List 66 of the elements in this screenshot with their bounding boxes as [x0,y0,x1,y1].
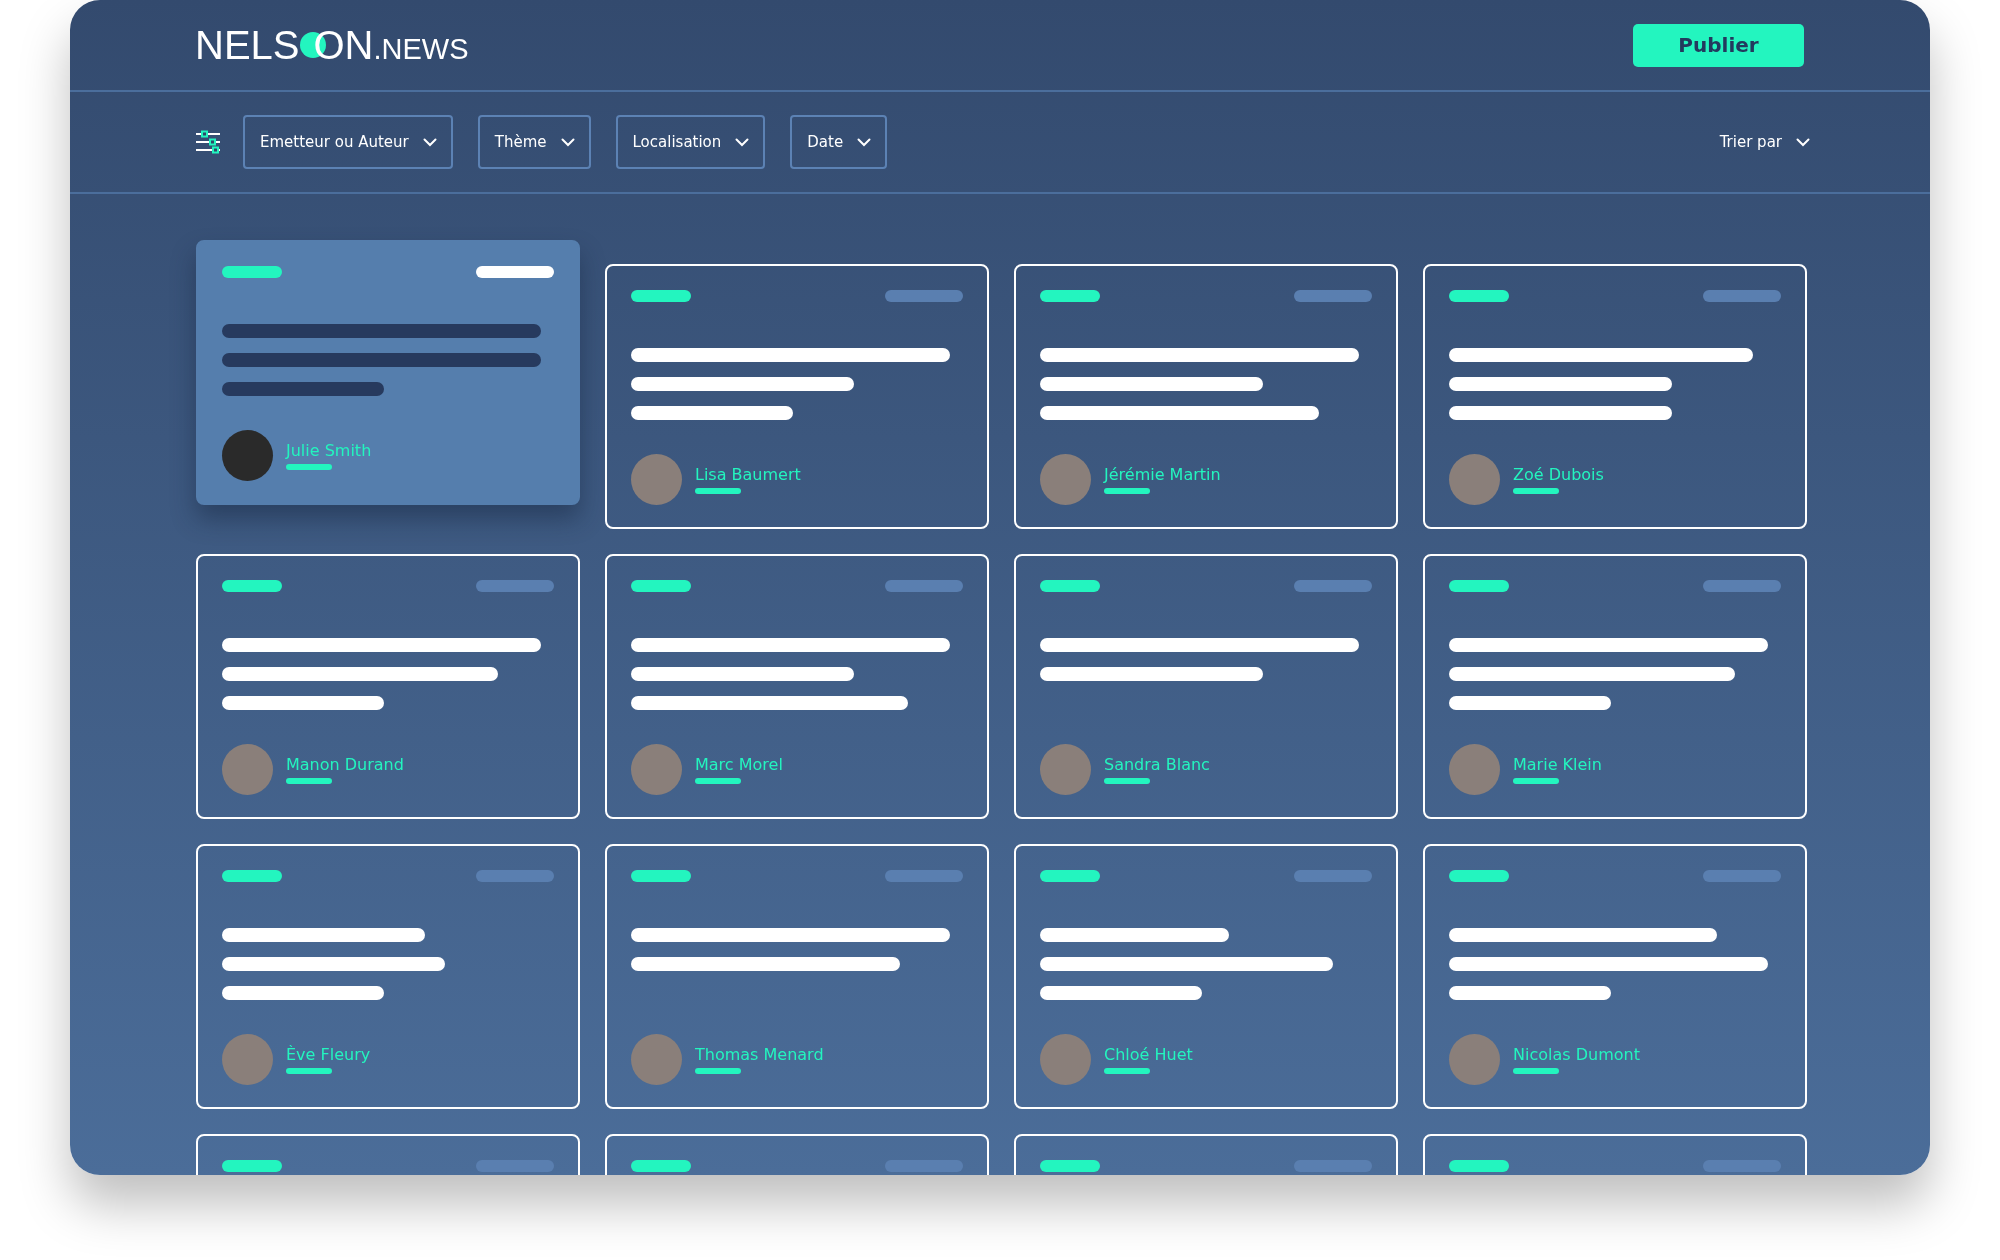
article-card[interactable]: Manon Durand [196,554,580,819]
article-card[interactable]: Chloé Huet [1014,844,1398,1109]
avatar-circle [1449,1034,1500,1085]
author-name[interactable]: Marc Morel [695,755,783,774]
avatar-circle [1449,744,1500,795]
tag-placeholder [631,580,691,592]
tag-placeholder [222,1160,282,1172]
filter-dropdown[interactable]: Date [790,115,888,169]
publish-button[interactable]: Publier [1633,23,1804,67]
chevron-down-icon [1796,137,1810,147]
tag-placeholder [1040,290,1100,302]
article-card[interactable]: Julie Smith [196,240,580,505]
article-card[interactable]: Marc Morel [605,554,989,819]
logo-text: NELS [195,22,300,68]
avatar-circle [222,430,273,481]
tag-placeholder [1449,290,1509,302]
chevron-down-icon [857,137,872,147]
author-name[interactable]: Sandra Blanc [1104,755,1210,774]
tag-placeholder [631,1160,691,1172]
tag-placeholder [1449,870,1509,882]
filter-sliders-icon[interactable] [196,130,220,154]
chevron-down-icon [560,137,575,147]
avatar-circle [631,454,682,505]
author-name[interactable]: Marie Klein [1513,755,1602,774]
article-card[interactable]: Ève Fleury [196,844,580,1109]
sort-dropdown[interactable]: Trier par [1719,115,1810,169]
author-name[interactable]: Zoé Dubois [1513,465,1604,484]
author-name[interactable]: Jérémie Martin [1104,465,1221,484]
author-name[interactable]: Chloé Huet [1104,1045,1193,1064]
tag-placeholder [1040,870,1100,882]
article-card[interactable]: Lisa Baumert [605,264,989,529]
tag-placeholder [222,266,282,278]
avatar-circle [1449,454,1500,505]
article-card[interactable]: Marie Klein [1423,554,1807,819]
avatar-circle [222,1034,273,1085]
tag-placeholder [1040,580,1100,592]
author-name[interactable]: Thomas Menard [695,1045,824,1064]
author-name[interactable]: Ève Fleury [286,1045,371,1064]
tag-placeholder [1040,1160,1100,1172]
tag-placeholder [1449,580,1509,592]
chevron-down-icon [422,137,437,147]
tag-placeholder [1449,1160,1509,1172]
avatar-circle [631,744,682,795]
avatar-circle [1040,454,1091,505]
article-card[interactable]: Sandra Blanc [1014,554,1398,819]
article-card[interactable]: Thomas Menard [605,844,989,1109]
tag-placeholder [631,290,691,302]
avatar-circle [222,744,273,795]
author-name[interactable]: Manon Durand [286,755,404,774]
article-card[interactable]: Jérémie Martin [1014,264,1398,529]
avatar-circle [1040,1034,1091,1085]
filter-dropdown[interactable]: Localisation [615,115,766,169]
logo-suffix: .NEWS [373,32,469,66]
chevron-down-icon [735,137,750,147]
tag-placeholder [222,580,282,592]
tag-placeholder [631,870,691,882]
avatar-circle [1040,744,1091,795]
author-name[interactable]: Nicolas Dumont [1513,1045,1640,1064]
avatar-circle [631,1034,682,1085]
filter-dropdown[interactable]: Emetteur ou Auteur [243,115,453,169]
article-card[interactable]: Nicolas Dumont [1423,844,1807,1109]
article-card[interactable]: Zoé Dubois [1423,264,1807,529]
tag-placeholder [222,870,282,882]
filter-dropdown[interactable]: Thème [477,115,591,169]
author-name[interactable]: Julie Smith [286,441,372,460]
author-name[interactable]: Lisa Baumert [695,465,801,484]
